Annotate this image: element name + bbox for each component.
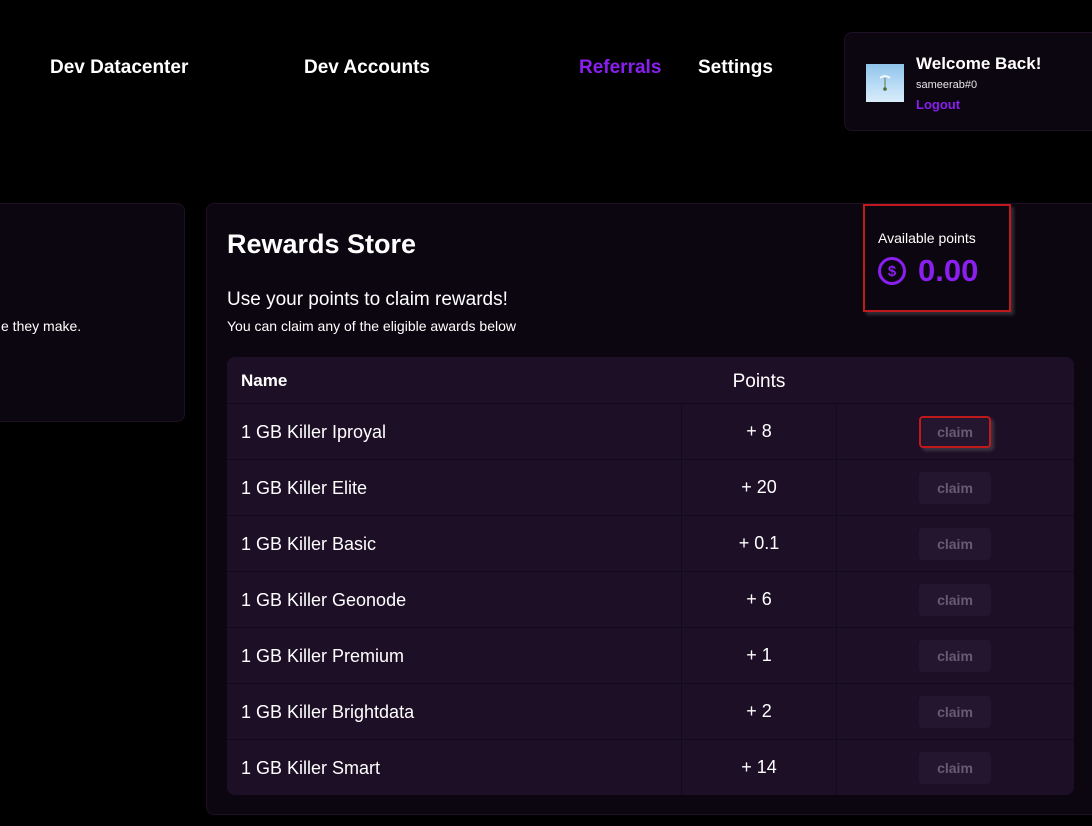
rewards-store-card: Rewards Store Use your points to claim r… [206,203,1092,815]
rewards-table: Name Points 1 GB Killer Iproyal + 8 clai… [227,357,1074,795]
avatar[interactable] [866,64,904,102]
reward-points: + 8 [681,404,837,459]
available-points-label: Available points [878,230,976,246]
claim-button[interactable]: claim [919,416,991,448]
page-title: Rewards Store [227,229,417,259]
available-points-box: Available points $ 0.00 [863,204,1011,312]
store-subtitle: Use your points to claim rewards! [227,289,508,310]
username: sameerab#0 [916,79,978,91]
dollar-circle-icon: $ [878,257,906,285]
store-description: You can claim any of the eligible awards… [227,318,516,334]
reward-name: 1 GB Killer Premium [241,646,405,666]
column-header-name: Name [241,371,288,390]
reward-name: 1 GB Killer Brightdata [241,702,415,722]
reward-points: + 1 [681,628,837,683]
referral-info-card: e they make. [0,203,185,422]
reward-points: + 0.1 [681,516,837,571]
table-row: 1 GB Killer Iproyal + 8 claim [227,403,1074,459]
table-row: 1 GB Killer Brightdata + 2 claim [227,683,1074,739]
reward-points: + 14 [681,740,837,795]
reward-name: 1 GB Killer Geonode [241,590,407,610]
referral-info-text: e they make. [1,318,82,334]
reward-name: 1 GB Killer Basic [241,534,377,554]
table-row: 1 GB Killer Geonode + 6 claim [227,571,1074,627]
claim-button[interactable]: claim [919,584,991,616]
claim-button[interactable]: claim [919,640,991,672]
reward-points: + 6 [681,572,837,627]
logout-link[interactable]: Logout [916,97,960,112]
nav-dev-datacenter[interactable]: Dev Datacenter [50,57,188,79]
nav-referrals[interactable]: Referrals [579,57,661,79]
reward-name: 1 GB Killer Iproyal [241,422,387,442]
reward-name: 1 GB Killer Elite [241,478,368,498]
reward-points: + 20 [681,460,837,515]
reward-points: + 2 [681,684,837,739]
claim-button[interactable]: claim [919,528,991,560]
table-row: 1 GB Killer Smart + 14 claim [227,739,1074,795]
claim-button[interactable]: claim [919,472,991,504]
nav-settings[interactable]: Settings [698,57,773,79]
nav-dev-accounts[interactable]: Dev Accounts [304,57,430,79]
available-points-value: 0.00 [918,253,979,288]
welcome-text: Welcome Back! [916,54,1042,73]
table-row: 1 GB Killer Premium + 1 claim [227,627,1074,683]
column-header-points: Points [732,371,786,392]
table-header: Name Points [227,357,1074,403]
reward-name: 1 GB Killer Smart [241,758,381,778]
table-row: 1 GB Killer Elite + 20 claim [227,459,1074,515]
table-row: 1 GB Killer Basic + 0.1 claim [227,515,1074,571]
avatar-image [879,75,891,91]
user-card: Welcome Back! sameerab#0 Logout [844,32,1092,131]
claim-button[interactable]: claim [919,752,991,784]
claim-button[interactable]: claim [919,696,991,728]
